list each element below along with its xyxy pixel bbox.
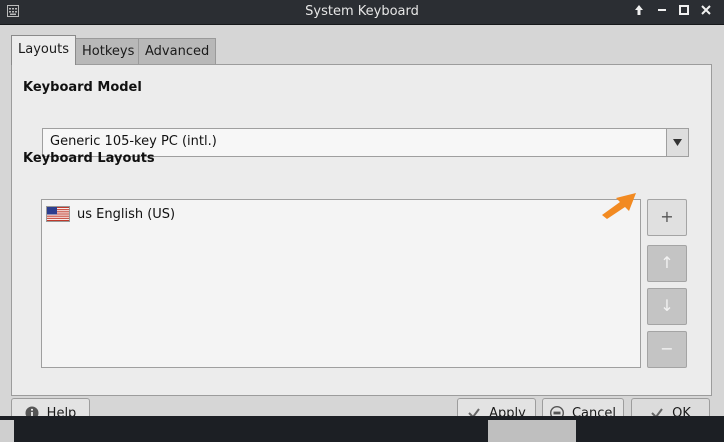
background-desktop-strip [0, 416, 724, 442]
window-title: System Keyboard [305, 4, 419, 19]
minimize-icon[interactable] [654, 4, 670, 20]
keyboard-layouts-label: Keyboard Layouts [23, 151, 155, 166]
layouts-panel: Keyboard Model Generic 105-key PC (intl.… [11, 64, 712, 396]
list-item[interactable]: us English (US) [46, 205, 175, 223]
orange-pointer-arrow-icon [602, 193, 636, 219]
arrow-down-icon: ↓ [660, 296, 674, 315]
plus-icon: + [660, 207, 674, 226]
chevron-down-icon[interactable] [666, 129, 688, 156]
title-bar: System Keyboard [0, 0, 724, 25]
close-icon[interactable] [698, 4, 714, 20]
arrow-up-icon: ↑ [660, 253, 674, 272]
move-up-button[interactable]: ↑ [647, 245, 687, 282]
dialog-body: Layouts Hotkeys Advanced Keyboard Model … [0, 25, 724, 442]
tab-hotkeys[interactable]: Hotkeys [75, 38, 142, 64]
remove-layout-button[interactable]: − [647, 331, 687, 368]
us-flag-icon [46, 206, 70, 222]
tab-layouts[interactable]: Layouts [11, 35, 76, 65]
system-keyboard-window: System Keyboard Layouts Hotkeys Advanced… [0, 0, 724, 442]
keyboard-layouts-list[interactable]: us English (US) [41, 199, 641, 368]
add-layout-button[interactable]: + [647, 199, 687, 236]
keep-above-icon[interactable] [631, 4, 647, 20]
minus-icon: − [660, 339, 674, 358]
background-window-fragment [0, 420, 14, 442]
keyboard-model-value: Generic 105-key PC (intl.) [50, 134, 217, 149]
tab-advanced[interactable]: Advanced [138, 38, 217, 64]
layout-name: us English (US) [77, 206, 176, 222]
background-window-fragment [488, 420, 576, 442]
move-down-button[interactable]: ↓ [647, 288, 687, 325]
maximize-icon[interactable] [676, 4, 692, 20]
keyboard-model-label: Keyboard Model [23, 80, 142, 95]
